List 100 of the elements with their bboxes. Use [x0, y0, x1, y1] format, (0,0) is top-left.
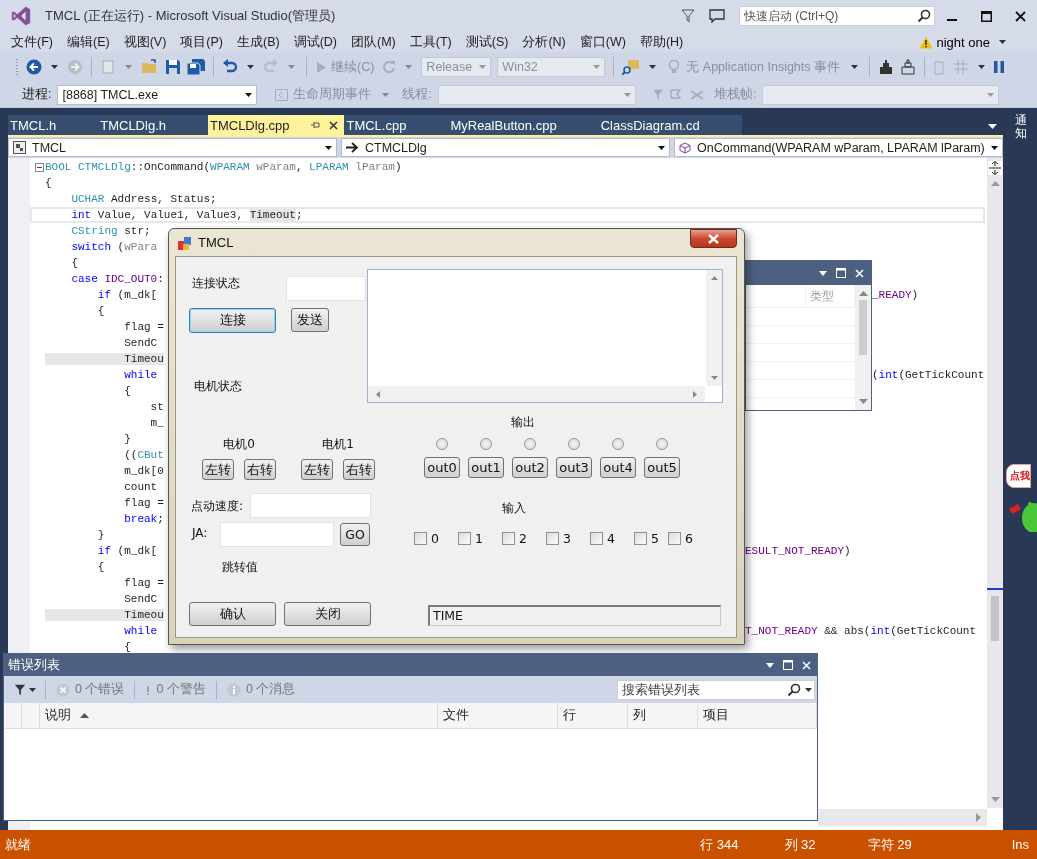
- output-button[interactable]: out0: [424, 457, 460, 478]
- menu-item[interactable]: 团队(M): [344, 32, 403, 52]
- caret-icon[interactable]: [247, 65, 254, 69]
- filter-icon[interactable]: [14, 683, 26, 696]
- column-header[interactable]: 说明: [40, 703, 438, 728]
- radio-button[interactable]: [524, 438, 536, 450]
- go-button[interactable]: GO: [340, 523, 370, 546]
- connection-field[interactable]: [286, 276, 366, 301]
- rotate-right-button[interactable]: 右转: [244, 459, 276, 480]
- input-checkbox[interactable]: 4: [590, 531, 624, 546]
- output-button[interactable]: out5: [644, 457, 680, 478]
- input-checkbox[interactable]: 6: [668, 531, 693, 546]
- pin-icon[interactable]: [311, 120, 322, 130]
- column-header[interactable]: 项目: [698, 703, 817, 728]
- save-icon[interactable]: [165, 59, 181, 75]
- undo-icon[interactable]: [222, 59, 238, 75]
- collapse-icon[interactable]: [35, 163, 44, 172]
- scroll-thumb[interactable]: [859, 300, 867, 355]
- menu-item[interactable]: 文件(F): [4, 32, 60, 52]
- rotate-right-button[interactable]: 右转: [343, 459, 375, 480]
- message-list[interactable]: [367, 269, 723, 403]
- horizontal-scrollbar[interactable]: [818, 809, 987, 826]
- caret-icon[interactable]: [766, 662, 774, 668]
- process-dropdown[interactable]: [8868] TMCL.exe: [57, 84, 258, 105]
- account-menu[interactable]: night one: [932, 34, 996, 50]
- output-button[interactable]: out3: [556, 457, 592, 478]
- close-button[interactable]: 关闭: [284, 602, 371, 626]
- speech-bubble[interactable]: 点我: [1006, 464, 1031, 488]
- ja-field[interactable]: [220, 522, 334, 547]
- caret-icon[interactable]: [851, 65, 858, 69]
- search-icon[interactable]: [917, 9, 931, 23]
- caret-icon[interactable]: [819, 270, 827, 276]
- restart-icon[interactable]: [382, 60, 397, 74]
- confirm-button[interactable]: 确认: [189, 602, 276, 626]
- breakpoint-tool-icon[interactable]: [878, 59, 894, 75]
- radio-button[interactable]: [568, 438, 580, 450]
- radio-button[interactable]: [612, 438, 624, 450]
- caret-icon[interactable]: [51, 65, 58, 69]
- column-header[interactable]: 列: [628, 703, 698, 728]
- menu-item[interactable]: 项目(P): [173, 32, 230, 52]
- quick-launch-field[interactable]: 快速启动 (Ctrl+Q): [739, 6, 935, 26]
- scroll-right-icon[interactable]: [976, 813, 981, 822]
- search-icon[interactable]: [787, 682, 801, 697]
- scrollbar[interactable]: [855, 285, 871, 410]
- menu-item[interactable]: 帮助(H): [632, 32, 691, 52]
- feedback-icon[interactable]: [709, 9, 725, 23]
- scroll-thumb[interactable]: [991, 596, 999, 641]
- scroll-up-icon[interactable]: [858, 291, 868, 296]
- menu-item[interactable]: 生成(B): [230, 32, 287, 52]
- input-checkbox[interactable]: 5: [634, 531, 668, 546]
- menu-item[interactable]: 编辑(E): [59, 32, 117, 52]
- radio-button[interactable]: [436, 438, 448, 450]
- column-header[interactable]: 文件: [438, 703, 558, 728]
- error-search-field[interactable]: 搜索错误列表: [617, 679, 815, 700]
- scroll-down-icon[interactable]: [858, 399, 868, 404]
- close-button[interactable]: [690, 229, 737, 248]
- menu-item[interactable]: 测试(S): [458, 32, 516, 52]
- scroll-up-icon[interactable]: [990, 181, 1000, 186]
- forward-icon[interactable]: [67, 59, 83, 75]
- scroll-up-icon[interactable]: [710, 276, 718, 280]
- input-checkbox[interactable]: 2: [502, 531, 536, 546]
- splitter-icon[interactable]: [988, 161, 1002, 175]
- caret-icon[interactable]: [988, 124, 997, 129]
- caret-icon[interactable]: [999, 40, 1006, 44]
- menu-item[interactable]: 分析(N): [515, 32, 573, 52]
- file-tab[interactable]: ClassDiagram.cd: [598, 115, 742, 135]
- file-tab[interactable]: TMCL.cpp: [344, 115, 449, 135]
- radio-button[interactable]: [656, 438, 668, 450]
- rotate-left-button[interactable]: 左转: [301, 459, 333, 480]
- column-header[interactable]: 行: [558, 703, 628, 728]
- menu-item[interactable]: 窗口(W): [572, 32, 633, 52]
- send-button[interactable]: 发送: [291, 308, 329, 332]
- find-icon[interactable]: [622, 59, 641, 75]
- scroll-left-icon[interactable]: [376, 390, 380, 398]
- rotate-left-button[interactable]: 左转: [202, 459, 234, 480]
- input-checkbox[interactable]: 0: [414, 531, 448, 546]
- output-button[interactable]: out1: [468, 457, 504, 478]
- connect-button[interactable]: 连接: [189, 308, 276, 333]
- caret-icon[interactable]: [649, 65, 657, 69]
- folder-icon[interactable]: [141, 59, 159, 75]
- file-tab[interactable]: MyRealButton.cpp: [448, 115, 599, 135]
- input-checkbox[interactable]: 1: [458, 531, 492, 546]
- back-icon[interactable]: [26, 59, 42, 75]
- caret-icon[interactable]: [805, 687, 812, 692]
- menu-item[interactable]: 调试(D): [286, 32, 344, 52]
- output-button[interactable]: out4: [600, 457, 636, 478]
- notifications-tab[interactable]: 通知: [1015, 114, 1027, 141]
- save-all-icon[interactable]: [187, 59, 205, 75]
- class-dropdown[interactable]: CTMCLDlg: [341, 138, 670, 157]
- grip-icon[interactable]: [16, 57, 20, 77]
- radio-button[interactable]: [480, 438, 492, 450]
- file-tab[interactable]: TMCLDlg.h: [98, 115, 208, 135]
- caret-icon[interactable]: [978, 65, 985, 69]
- output-button[interactable]: out2: [512, 457, 548, 478]
- filter-icon[interactable]: [681, 9, 695, 23]
- caret-icon[interactable]: [29, 687, 36, 692]
- jog-speed-field[interactable]: [250, 493, 371, 518]
- maximize-icon[interactable]: [783, 660, 793, 670]
- menu-item[interactable]: 视图(V): [116, 32, 174, 52]
- pause-icon[interactable]: [994, 61, 1004, 73]
